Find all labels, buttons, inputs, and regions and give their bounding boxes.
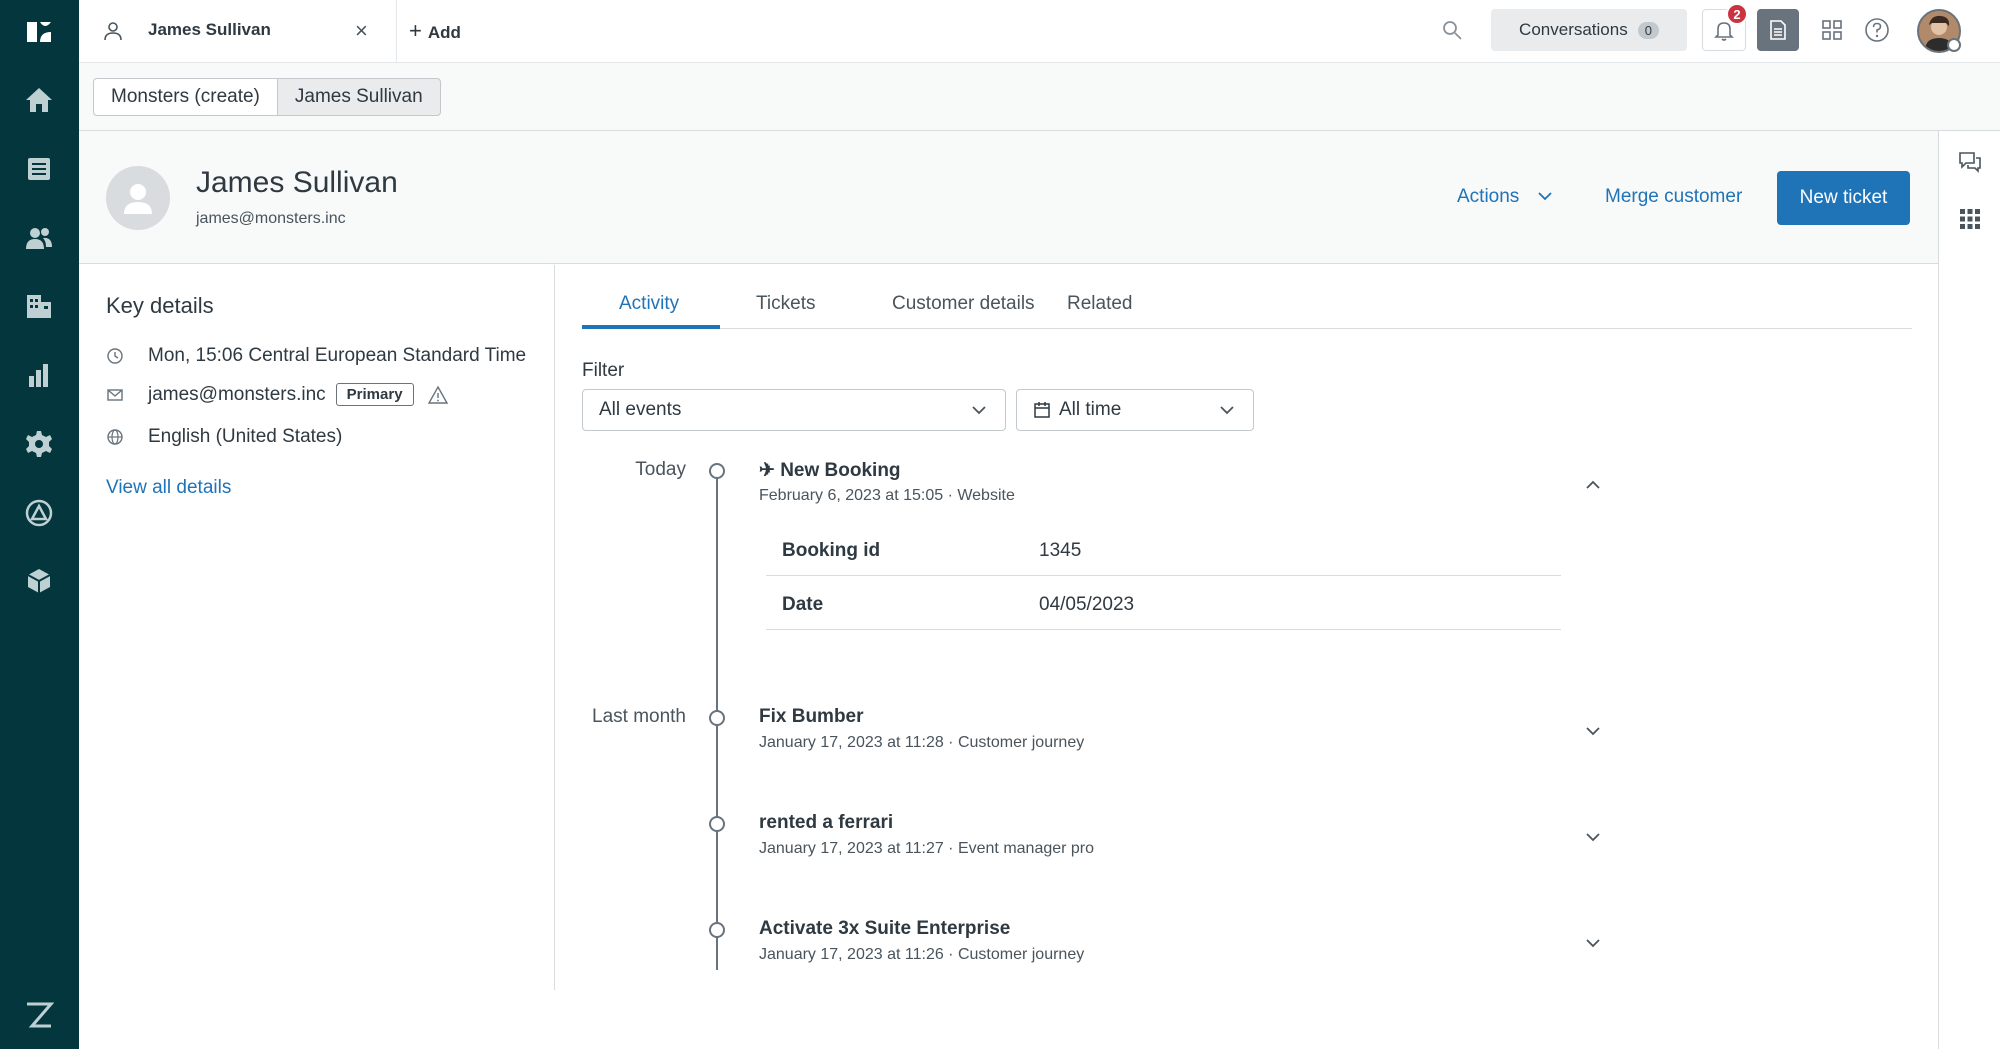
new-ticket-button[interactable]: New ticket — [1777, 171, 1910, 225]
active-tab-indicator — [582, 325, 720, 329]
timeline-dot — [709, 922, 725, 938]
booking-id-row: Booking id 1345 — [766, 522, 1561, 576]
sell-icon[interactable] — [20, 494, 58, 532]
conversations-count: 0 — [1637, 21, 1659, 39]
conversations-icon[interactable] — [1956, 148, 1984, 176]
apps-box-icon[interactable] — [20, 562, 58, 600]
chevron-down-icon[interactable] — [1583, 933, 1603, 953]
event-title[interactable]: Activate 3x Suite Enterprise — [759, 918, 1010, 940]
add-tab-button[interactable]: + Add — [409, 18, 461, 44]
detail-value: 1345 — [1039, 540, 1082, 561]
timeline-dot — [709, 816, 725, 832]
booking-date-row: Date 04/05/2023 — [766, 576, 1561, 630]
chevron-down-icon[interactable] — [1583, 721, 1603, 741]
language-value: English (United States) — [148, 426, 343, 447]
breadcrumb: Monsters (create) James Sullivan — [93, 78, 441, 116]
view-all-details-link[interactable]: View all details — [106, 477, 231, 499]
product-tray-icon[interactable] — [1820, 18, 1844, 42]
detail-key: Date — [782, 594, 824, 615]
chevron-down-icon[interactable] — [1583, 827, 1603, 847]
add-label: Add — [427, 23, 461, 42]
clock-icon — [107, 348, 123, 364]
key-details-title: Key details — [106, 293, 214, 318]
event-title[interactable]: rented a ferrari — [759, 812, 893, 834]
events-filter-value: All events — [599, 399, 682, 420]
search-icon[interactable] — [1440, 18, 1464, 42]
home-icon[interactable] — [20, 81, 58, 119]
globe-icon — [107, 429, 123, 445]
timeline-dot — [709, 463, 725, 479]
customer-tab[interactable]: James Sullivan × — [79, 0, 397, 63]
local-time-value: Mon, 15:06 Central European Standard Tim… — [148, 345, 527, 366]
language-row: English (United States) — [106, 426, 342, 448]
plus-icon: + — [409, 18, 422, 43]
customers-icon[interactable] — [20, 219, 58, 257]
chevron-up-icon[interactable] — [1583, 475, 1603, 495]
warning-icon[interactable] — [427, 385, 448, 405]
merge-customer-button[interactable]: Merge customer — [1605, 186, 1742, 208]
time-filter-value: All time — [1059, 399, 1122, 420]
close-icon[interactable]: × — [355, 18, 368, 44]
timeline-dot — [709, 710, 725, 726]
apps-grid-icon[interactable] — [1956, 205, 1984, 233]
tab-list: Activity Tickets Customer details Relate… — [582, 265, 1912, 329]
breadcrumb-organization[interactable]: Monsters (create) — [93, 78, 278, 116]
customer-header: James Sullivan james@monsters.inc Action… — [79, 131, 1938, 264]
zendesk-logo-icon[interactable] — [20, 12, 58, 50]
event-subtitle: January 17, 2023 at 11:28 · Customer jou… — [759, 734, 1085, 751]
key-details-panel: Key details Mon, 15:06 Central European … — [79, 265, 555, 990]
detail-value: 04/05/2023 — [1039, 594, 1135, 615]
chevron-down-icon — [1220, 406, 1234, 415]
email-row: james@monsters.inc Primary — [106, 383, 448, 406]
actions-label: Actions — [1457, 186, 1520, 207]
breadcrumb-bar: Monsters (create) James Sullivan — [79, 63, 2000, 131]
default-user-icon — [124, 184, 152, 214]
event-title[interactable]: ✈ New Booking — [759, 459, 901, 482]
tab-label: James Sullivan — [148, 20, 271, 39]
top-bar: James Sullivan × + Add Conversations 0 2 — [79, 0, 2000, 63]
zendesk-product-icon[interactable] — [20, 996, 58, 1034]
knowledge-button[interactable] — [1757, 9, 1799, 51]
timeline-group-today: Today — [635, 459, 686, 480]
event-subtitle: January 17, 2023 at 11:26 · Customer jou… — [759, 946, 1085, 963]
event-title[interactable]: Fix Bumber — [759, 706, 864, 728]
customer-email: james@monsters.inc — [196, 210, 346, 227]
conversations-button[interactable]: Conversations 0 — [1491, 9, 1687, 51]
primary-tag: Primary — [335, 383, 414, 406]
tab-customer-details[interactable]: Customer details — [892, 293, 1035, 315]
tab-related[interactable]: Related — [1067, 293, 1133, 315]
settings-gear-icon[interactable] — [20, 425, 58, 463]
activity-panel: Activity Tickets Customer details Relate… — [556, 265, 1938, 990]
customer-name: James Sullivan — [196, 166, 398, 199]
conversations-label: Conversations — [1519, 20, 1628, 39]
filter-label: Filter — [582, 360, 625, 381]
breadcrumb-customer[interactable]: James Sullivan — [277, 78, 441, 116]
status-indicator — [1947, 38, 1961, 52]
document-icon — [1770, 20, 1786, 40]
email-value: james@monsters.inc — [148, 383, 326, 405]
notification-badge: 2 — [1726, 3, 1748, 25]
chevron-down-icon — [1537, 192, 1552, 201]
help-icon[interactable] — [1863, 16, 1891, 44]
customer-avatar — [106, 166, 170, 230]
local-time-row: Mon, 15:06 Central European Standard Tim… — [106, 345, 526, 367]
actions-button[interactable]: Actions — [1457, 186, 1553, 208]
person-icon — [104, 22, 122, 41]
tab-activity[interactable]: Activity — [619, 293, 679, 315]
event-subtitle: February 6, 2023 at 15:05 · Website — [759, 487, 1015, 504]
timeline-group-last-month: Last month — [592, 706, 686, 727]
left-nav — [0, 0, 79, 1049]
detail-key: Booking id — [782, 540, 881, 561]
calendar-icon — [1034, 402, 1050, 418]
event-subtitle: January 17, 2023 at 11:27 · Event manage… — [759, 840, 1095, 857]
events-filter-select[interactable]: All events — [582, 389, 1006, 431]
reporting-icon[interactable] — [20, 356, 58, 394]
tab-tickets[interactable]: Tickets — [756, 293, 815, 315]
views-icon[interactable] — [20, 150, 58, 188]
time-filter-select[interactable]: All time — [1016, 389, 1254, 431]
chevron-down-icon — [972, 406, 986, 415]
context-panel-rail — [1938, 131, 2000, 1049]
organizations-icon[interactable] — [20, 287, 58, 325]
envelope-icon — [107, 388, 123, 401]
